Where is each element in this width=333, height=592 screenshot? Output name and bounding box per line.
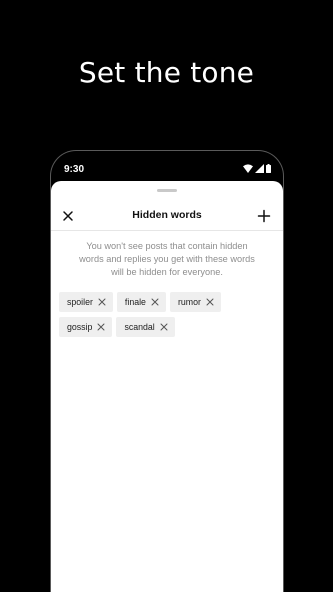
hidden-word-chip[interactable]: rumor (169, 292, 221, 312)
status-time: 9:30 (64, 164, 85, 175)
hidden-words-list: spoiler finale rumor gossip scandal (59, 292, 275, 337)
remove-icon[interactable] (151, 298, 159, 306)
promo-headline: Set the tone (78, 56, 255, 89)
plus-icon[interactable] (257, 209, 271, 223)
hidden-words-sheet: Hidden words You won't see posts that co… (51, 181, 283, 592)
remove-icon[interactable] (98, 298, 106, 306)
remove-icon[interactable] (206, 298, 214, 306)
sheet-title: Hidden words (132, 209, 202, 221)
battery-icon (266, 164, 271, 173)
hidden-word-label: finale (124, 297, 146, 307)
hidden-word-chip[interactable]: spoiler (59, 292, 113, 312)
status-bar: 9:30 (51, 151, 283, 181)
hidden-word-chip[interactable]: scandal (116, 317, 175, 337)
sheet-header: Hidden words (51, 201, 283, 231)
hidden-word-label: spoiler (67, 297, 93, 307)
phone-frame: 9:30 Hidden words You won't see posts th… (50, 150, 284, 592)
hidden-word-label: rumor (177, 297, 201, 307)
status-icons (243, 164, 271, 173)
sheet-description: You won't see posts that contain hidden … (79, 241, 255, 277)
drag-handle[interactable] (157, 189, 177, 192)
hidden-word-label: scandal (124, 322, 155, 332)
cellular-signal-icon (255, 164, 264, 173)
remove-icon[interactable] (97, 323, 105, 331)
hidden-word-chip[interactable]: gossip (59, 317, 113, 337)
wifi-icon (243, 164, 253, 173)
hidden-word-label: gossip (67, 322, 93, 332)
remove-icon[interactable] (160, 323, 168, 331)
hidden-word-chip[interactable]: finale (116, 292, 166, 312)
